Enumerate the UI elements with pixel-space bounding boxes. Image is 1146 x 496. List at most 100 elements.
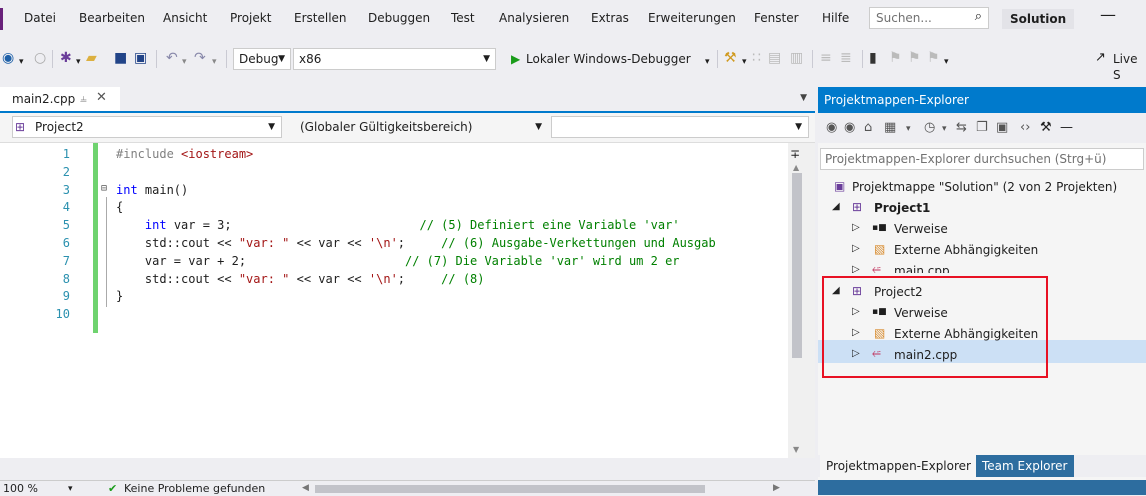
code-view-icon[interactable]: ‹› — [1020, 120, 1030, 135]
home-icon[interactable]: ⌂ — [864, 120, 872, 135]
switch-views-icon[interactable]: ▦ — [884, 120, 896, 135]
menu-debuggen[interactable]: Debuggen — [368, 11, 430, 25]
member-combo[interactable]: ▼ — [551, 116, 809, 138]
menu-hilfe[interactable]: Hilfe — [822, 11, 849, 25]
menu-datei[interactable]: Datei — [24, 11, 56, 25]
new-dropdown-icon[interactable]: ▾ — [76, 54, 81, 70]
tab-team-explorer[interactable]: Team Explorer — [976, 455, 1074, 477]
scroll-up-icon[interactable]: ▲ — [793, 163, 799, 172]
dropdown-icon[interactable]: ▾ — [742, 54, 747, 70]
tab-main2-cpp[interactable]: main2.cpp ⫨ ✕ — [0, 87, 120, 111]
show-all-files-icon[interactable]: ▣ — [996, 120, 1008, 135]
solution-search-input[interactable]: Projektmappen-Explorer durchsuchen (Strg… — [820, 148, 1144, 170]
undo-dropdown-icon[interactable]: ▾ — [182, 54, 187, 70]
redo-icon[interactable]: ↷ — [194, 50, 206, 66]
tab-list-dropdown-icon[interactable]: ▼ — [800, 93, 807, 103]
menu-fenster[interactable]: Fenster — [754, 11, 799, 25]
prev-bookmark-icon[interactable]: ⚑ — [889, 50, 902, 66]
config-select[interactable]: Debug ▼ — [233, 48, 291, 70]
menu-ansicht[interactable]: Ansicht — [163, 11, 207, 25]
save-icon[interactable]: ■ — [114, 50, 127, 66]
live-share-button[interactable]: Live S — [1113, 51, 1146, 83]
dropdown-icon[interactable]: ▾ — [906, 124, 911, 134]
sync-icon[interactable]: ⇆ — [956, 120, 967, 135]
split-editor-icon[interactable]: ∓ — [790, 147, 800, 161]
collapsed-arrow-icon[interactable]: ▷ — [852, 243, 860, 254]
menu-test[interactable]: Test — [451, 11, 475, 25]
minimize-button[interactable]: — — [1100, 5, 1116, 24]
horizontal-scrollbar-thumb[interactable] — [315, 485, 705, 493]
redo-dropdown-icon[interactable]: ▾ — [212, 54, 217, 70]
indent-icon[interactable]: ≡ — [820, 50, 832, 66]
code-line[interactable]: var = var + 2; // (7) Die Variable 'var'… — [116, 254, 680, 268]
back-dropdown-icon[interactable]: ▾ — [19, 54, 24, 70]
code-line[interactable]: { — [116, 200, 123, 214]
scrollbar-thumb[interactable] — [792, 173, 802, 358]
collapsed-arrow-icon[interactable]: ▷ — [852, 264, 860, 273]
play-icon[interactable]: ▶ — [511, 51, 520, 67]
share-icon[interactable]: ↗ — [1095, 50, 1106, 66]
menu-erweiterungen[interactable]: Erweiterungen — [648, 11, 736, 25]
code-line[interactable]: } — [116, 289, 123, 303]
collapse-all-icon[interactable]: ❐ — [976, 120, 988, 135]
pending-changes-icon[interactable]: ◷ — [924, 120, 935, 135]
menu-analysieren[interactable]: Analysieren — [499, 11, 569, 25]
start-debugger-button[interactable]: Lokaler Windows-Debugger — [526, 51, 691, 67]
properties-icon[interactable]: ⚒ — [1040, 120, 1052, 135]
menu-extras[interactable]: Extras — [591, 11, 629, 25]
pin-icon[interactable]: ⫨ — [80, 91, 87, 106]
toolbar-overflow-icon[interactable]: ▾ — [944, 54, 949, 70]
tree-project1-references[interactable]: ▷ ▪■ Verweise — [818, 219, 1146, 240]
code-line[interactable]: std::cout << "var: " << var << '\n'; // … — [116, 236, 716, 250]
uncomment-icon[interactable]: ▥ — [790, 50, 803, 66]
save-all-icon[interactable]: ▣ — [134, 50, 147, 66]
collapse-icon[interactable]: ⊟ — [101, 183, 107, 194]
outdent-icon[interactable]: ≣ — [840, 50, 852, 66]
close-icon[interactable]: ✕ — [96, 90, 107, 105]
debugger-dropdown-icon[interactable]: ▾ — [705, 54, 710, 70]
back-icon[interactable]: ◉ — [826, 120, 837, 135]
next-bookmark-icon[interactable]: ⚑ — [908, 50, 921, 66]
forward-icon[interactable]: ◉ — [844, 120, 855, 135]
bookmark-icon[interactable]: ▮ — [869, 50, 877, 66]
forward-icon[interactable]: ○ — [34, 50, 46, 66]
zoom-dropdown-icon[interactable]: ▾ — [68, 484, 73, 494]
problems-status[interactable]: Keine Probleme gefunden — [124, 482, 265, 495]
project-combo[interactable]: ⊞ Project2 ▼ — [12, 116, 282, 138]
hot-reload-icon[interactable]: ⚒ — [724, 50, 737, 66]
back-icon[interactable]: ◉ — [2, 50, 14, 66]
search-input[interactable]: Suchen... ⌕ — [869, 7, 989, 29]
scroll-down-icon[interactable]: ▼ — [793, 445, 799, 454]
menu-erstellen[interactable]: Erstellen — [294, 11, 347, 25]
search-placeholder: Suchen... — [876, 11, 932, 25]
comment-out-icon[interactable]: ▤ — [768, 50, 781, 66]
external-deps-label: Externe Abhängigkeiten — [894, 243, 1039, 257]
tree-solution[interactable]: ▣ Projektmappe "Solution" (2 von 2 Proje… — [818, 177, 1146, 198]
code-line[interactable]: int main() — [116, 183, 188, 197]
collapsed-arrow-icon[interactable]: ▷ — [852, 222, 860, 233]
new-project-icon[interactable]: ✱ — [60, 50, 72, 66]
scroll-left-icon[interactable]: ◀ — [302, 483, 309, 493]
dropdown-icon[interactable]: ▾ — [942, 124, 947, 134]
expanded-arrow-icon[interactable]: ◢ — [832, 201, 840, 212]
menu-bearbeiten[interactable]: Bearbeiten — [79, 11, 145, 25]
clear-bookmarks-icon[interactable]: ⚑ — [927, 50, 940, 66]
menu-projekt[interactable]: Projekt — [230, 11, 271, 25]
undo-icon[interactable]: ↶ — [166, 50, 178, 66]
platform-select[interactable]: x86 ▼ — [293, 48, 496, 70]
code-line[interactable]: std::cout << "var: " << var << '\n'; // … — [116, 272, 485, 286]
code-line[interactable]: int var = 3; // (5) Definiert eine Varia… — [116, 218, 680, 232]
minus-icon[interactable]: — — [1060, 120, 1073, 135]
scroll-right-icon[interactable]: ▶ — [773, 483, 780, 493]
step-icon[interactable]: ∷ — [752, 50, 761, 66]
open-folder-icon[interactable]: ▰ — [86, 50, 97, 66]
tree-project1[interactable]: ◢ ⊞ Project1 — [818, 198, 1146, 219]
tree-project1-main-cpp[interactable]: ▷ ⭁ main.cpp — [818, 261, 1146, 273]
scope-combo[interactable]: (Globaler Gültigkeitsbereich) ▼ — [287, 116, 549, 138]
tab-solution-explorer[interactable]: Projektmappen-Explorer — [820, 455, 977, 477]
code-editor[interactable]: 1 2 3 4 5 6 7 8 9 10 #include <iostream> int main(… — [0, 143, 815, 458]
tree-project1-external-deps[interactable]: ▷ ▧ Externe Abhängigkeiten — [818, 240, 1146, 261]
zoom-level[interactable]: 100 % — [3, 482, 38, 495]
vertical-scrollbar[interactable]: ∓ ▲ ▼ — [788, 143, 815, 458]
code-line[interactable]: #include <iostream> — [116, 147, 253, 161]
